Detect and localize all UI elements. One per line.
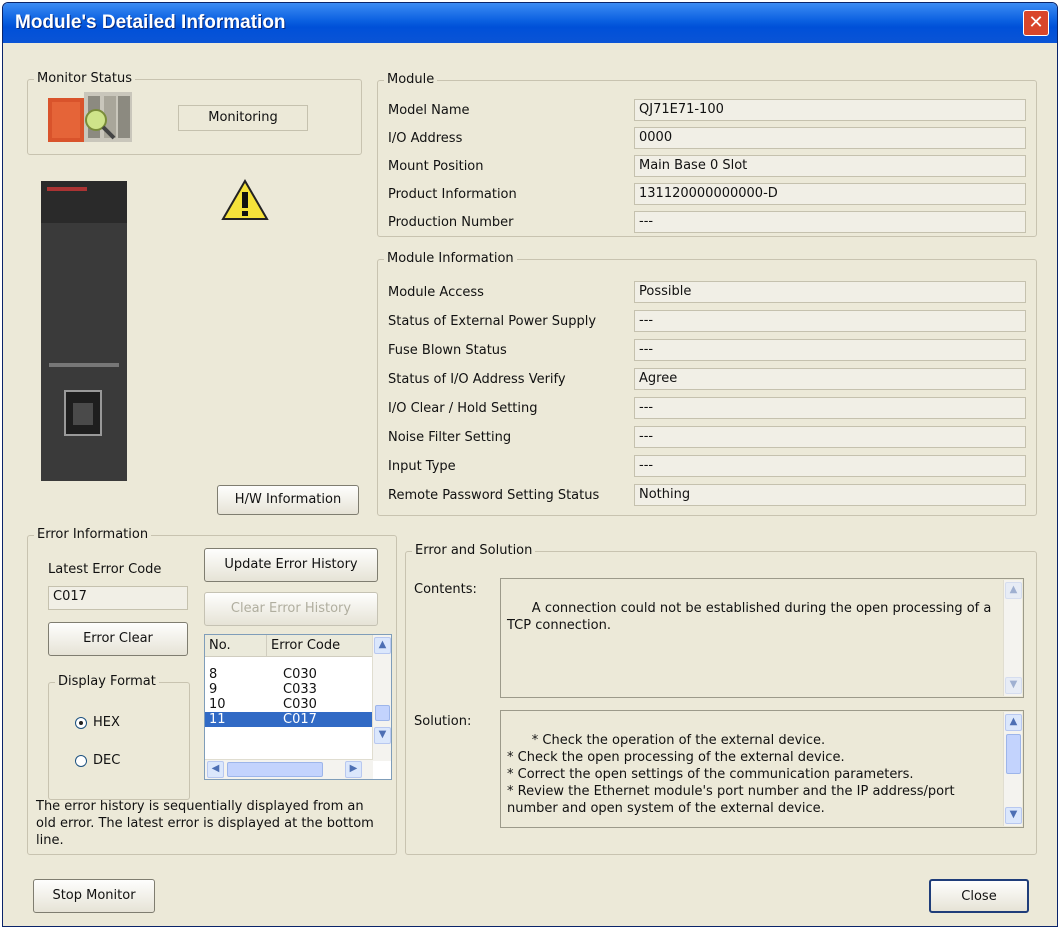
warning-icon (221, 179, 269, 220)
production-number-label: Production Number (388, 215, 514, 230)
scroll-down-icon[interactable]: ▼ (1005, 807, 1022, 824)
production-number-value: --- (634, 211, 1026, 233)
clear-error-history-button[interactable]: Clear Error History (204, 592, 378, 626)
scroll-thumb[interactable] (375, 705, 390, 721)
history-row-selected[interactable]: 11 C017 (205, 712, 372, 727)
solution-text[interactable]: * Check the operation of the external de… (500, 710, 1024, 828)
module-access-label: Module Access (388, 285, 484, 300)
fuse-blown-value: --- (634, 339, 1026, 361)
history-row-no: 10 (209, 697, 226, 712)
input-type-value: --- (634, 455, 1026, 477)
display-format-group: Display Format HEX DEC (48, 674, 190, 800)
scroll-down-icon[interactable]: ▼ (374, 727, 391, 744)
history-horizontal-scrollbar[interactable]: ◀ ▶ (205, 759, 373, 779)
module-group: Module Model Name QJ71E71-100 I/O Addres… (377, 72, 1037, 237)
latest-error-code-label: Latest Error Code (48, 562, 162, 577)
history-row-no: 11 (209, 712, 226, 727)
io-address-value: 0000 (634, 127, 1026, 149)
column-header-error-code[interactable]: Error Code (267, 635, 373, 657)
remote-password-value: Nothing (634, 484, 1026, 506)
horizontal-scroll-thumb[interactable] (227, 762, 323, 777)
monitor-status-text: Monitoring (178, 105, 308, 131)
module-access-value: Possible (634, 281, 1026, 303)
history-row-code: C030 (283, 667, 317, 682)
remote-password-label: Remote Password Setting Status (388, 488, 600, 503)
io-address-verify-value: Agree (634, 368, 1026, 390)
monitor-status-group: Monitor Status Monitoring (27, 71, 362, 155)
error-solution-legend: Error and Solution (412, 543, 536, 559)
history-row-no: 9 (209, 682, 218, 697)
dec-radio-circle[interactable] (75, 754, 87, 767)
error-clear-button[interactable]: Error Clear (48, 622, 188, 656)
scroll-right-icon[interactable]: ▶ (345, 761, 362, 778)
mount-position-value: Main Base 0 Slot (634, 155, 1026, 177)
input-type-label: Input Type (388, 459, 456, 474)
io-address-label: I/O Address (388, 131, 463, 146)
external-power-value: --- (634, 310, 1026, 332)
display-format-legend: Display Format (55, 674, 159, 690)
scroll-up-icon[interactable]: ▲ (1005, 582, 1022, 599)
hex-radio-label: HEX (93, 715, 120, 730)
history-vertical-scrollbar[interactable]: ▲ ▼ (372, 635, 391, 761)
history-row-code: C017 (283, 712, 317, 727)
history-row[interactable]: 8 C030 (205, 667, 372, 682)
model-name-label: Model Name (388, 103, 470, 118)
title-bar[interactable]: Module's Detailed Information ✕ (3, 3, 1057, 43)
error-history-note: The error history is sequentially displa… (36, 799, 374, 848)
product-information-label: Product Information (388, 187, 517, 202)
noise-filter-label: Noise Filter Setting (388, 430, 512, 445)
scroll-up-icon[interactable]: ▲ (1005, 714, 1022, 731)
scroll-left-icon[interactable]: ◀ (207, 761, 224, 778)
history-row-code: C030 (283, 697, 317, 712)
window-title: Module's Detailed Information (15, 12, 286, 33)
scroll-down-icon[interactable]: ▼ (1005, 677, 1022, 694)
module-information-group: Module Information Module Access Possibl… (377, 251, 1037, 516)
update-error-history-button[interactable]: Update Error History (204, 548, 378, 582)
monitor-status-image (48, 92, 132, 142)
contents-text[interactable]: A connection could not be established du… (500, 578, 1024, 698)
dec-radio-label: DEC (93, 753, 121, 768)
close-window-button[interactable]: ✕ (1023, 10, 1049, 36)
mount-position-label: Mount Position (388, 159, 484, 174)
model-name-value: QJ71E71-100 (634, 99, 1026, 121)
close-button[interactable]: Close (929, 879, 1029, 913)
dec-radio[interactable]: DEC (75, 753, 120, 768)
io-clear-hold-value: --- (634, 397, 1026, 419)
io-address-verify-label: Status of I/O Address Verify (388, 372, 566, 387)
scroll-thumb[interactable] (1006, 734, 1021, 774)
contents-value: A connection could not be established du… (507, 601, 996, 633)
history-row-no: 8 (209, 667, 218, 682)
external-power-label: Status of External Power Supply (388, 314, 597, 329)
error-information-group: Error Information Latest Error Code C017… (27, 527, 397, 855)
solution-label: Solution: (414, 714, 472, 729)
history-row-code: C033 (283, 682, 317, 697)
stop-monitor-button[interactable]: Stop Monitor (33, 879, 155, 913)
hw-information-button[interactable]: H/W Information (217, 485, 359, 515)
error-solution-group: Error and Solution Contents: A connectio… (405, 543, 1037, 855)
latest-error-code-value: C017 (48, 586, 188, 610)
history-row[interactable]: 10 C030 (205, 697, 372, 712)
dialog-window: Module's Detailed Information ✕ Monitor … (2, 2, 1058, 927)
solution-scrollbar[interactable]: ▲ ▼ (1003, 712, 1022, 826)
noise-filter-value: --- (634, 426, 1026, 448)
contents-label: Contents: (414, 582, 477, 597)
error-history-list[interactable]: No. Error Code 8 C030 9 C033 10 C030 11 C017… (204, 634, 392, 780)
scroll-up-icon[interactable]: ▲ (374, 637, 391, 654)
module-information-legend: Module Information (384, 251, 517, 267)
monitor-status-legend: Monitor Status (34, 71, 135, 87)
column-header-no[interactable]: No. (205, 635, 267, 657)
error-information-legend: Error Information (34, 527, 152, 543)
hex-radio[interactable]: HEX (75, 715, 120, 730)
solution-value: * Check the operation of the external de… (507, 733, 955, 816)
hex-radio-circle[interactable] (75, 716, 87, 729)
history-row[interactable]: 9 C033 (205, 682, 372, 697)
module-legend: Module (384, 72, 438, 88)
io-clear-hold-label: I/O Clear / Hold Setting (388, 401, 538, 416)
module-image (41, 181, 127, 481)
product-information-value: 131120000000000-D (634, 183, 1026, 205)
contents-scrollbar[interactable]: ▲ ▼ (1003, 580, 1022, 696)
fuse-blown-label: Fuse Blown Status (388, 343, 507, 358)
